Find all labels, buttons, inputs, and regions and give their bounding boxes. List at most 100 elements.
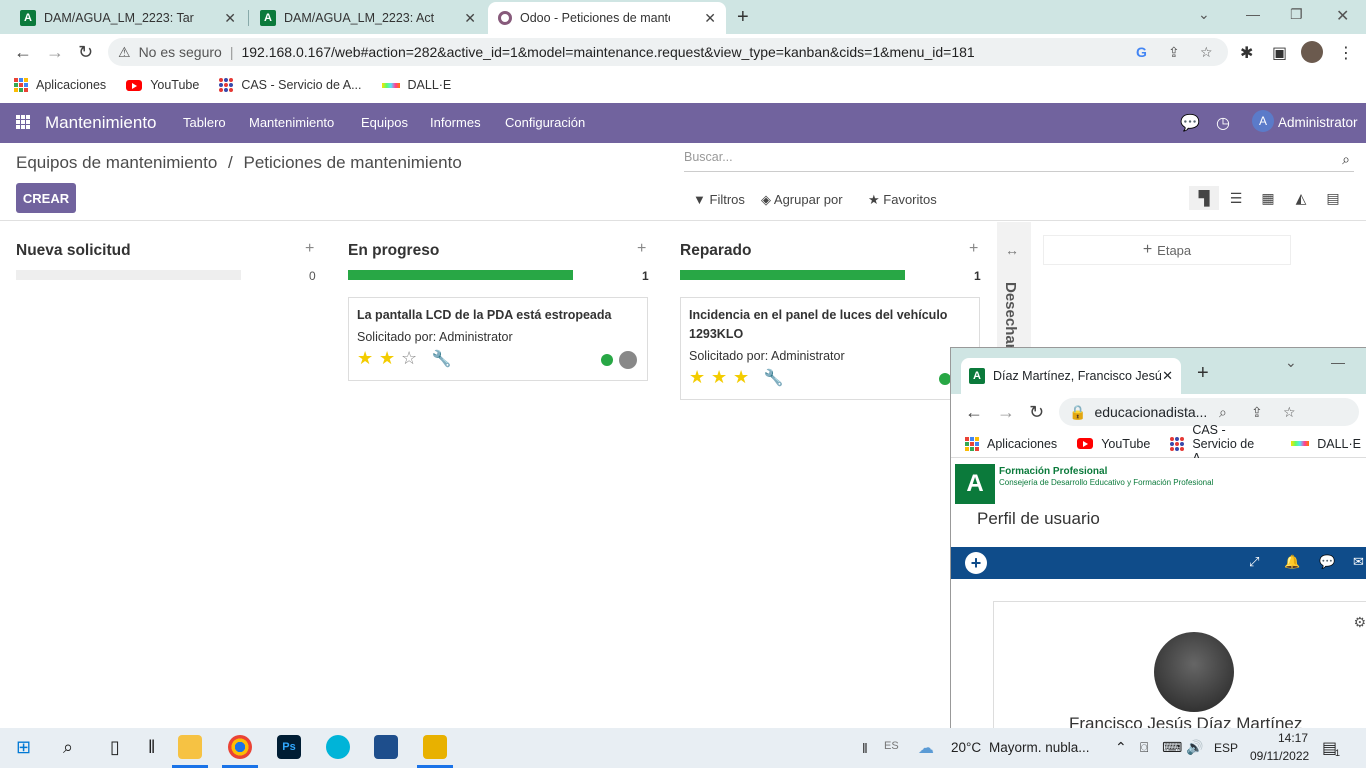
forward-icon[interactable]: → — [46, 42, 64, 63]
url-text[interactable]: educacionadista... — [1094, 404, 1207, 420]
user-menu[interactable]: Administrator — [1278, 115, 1358, 130]
kanban-card[interactable]: Incidencia en el panel de luces del vehí… — [680, 297, 980, 400]
side-panel-icon[interactable]: ▣ — [1272, 43, 1287, 63]
create-button[interactable]: CREAR — [16, 183, 76, 213]
windows-start-icon[interactable]: ⊞ — [16, 737, 31, 758]
chat-icon[interactable]: 💬 — [1319, 554, 1335, 570]
tab-search-icon[interactable]: ⌄ — [1198, 6, 1210, 23]
column-title-nueva[interactable]: Nueva solicitud — [16, 242, 131, 260]
search-icon[interactable]: ⌕ — [1342, 151, 1350, 168]
tab-actividad[interactable]: A DAM/AGUA_LM_2223: Actividad ✕ — [250, 2, 486, 34]
close-icon[interactable]: ✕ — [224, 10, 236, 27]
close-icon[interactable]: ✕ — [464, 10, 476, 27]
minimize-icon[interactable]: — — [1246, 6, 1260, 22]
weather-temp[interactable]: 20°C — [951, 740, 981, 755]
filters-button[interactable]: ▼ Filtros — [693, 192, 745, 207]
kanban-state-icon[interactable] — [601, 354, 613, 366]
menu-kebab-icon[interactable]: ⋮ — [1338, 43, 1354, 63]
clock-date[interactable]: 09/11/2022 — [1250, 749, 1309, 763]
priority-star-icon[interactable]: ★ — [357, 348, 379, 369]
zoom-icon[interactable]: ⌕ — [1219, 404, 1227, 421]
camera-icon[interactable]: ⌼ — [1140, 739, 1148, 756]
tab-odoo[interactable]: Odoo - Peticiones de mantenimie ✕ — [488, 2, 726, 34]
menu-configuracion[interactable]: Configuración — [505, 115, 585, 130]
search-icon[interactable]: ⌕ — [63, 737, 73, 758]
chrome-icon[interactable] — [228, 735, 252, 759]
activity-clock-icon[interactable]: ◷ — [1216, 113, 1230, 133]
expand-arrows-icon[interactable]: ↔ — [1005, 242, 1019, 258]
group-by-button[interactable]: ◈ Agrupar por — [761, 192, 843, 208]
priority-star-icon[interactable]: ☆ — [401, 348, 423, 369]
menu-informes[interactable]: Informes — [430, 115, 481, 130]
widgets-icon[interactable]: ‖ — [148, 737, 155, 758]
search-input[interactable]: Buscar... ⌕ — [684, 150, 1354, 172]
new-tab-icon[interactable]: + — [737, 6, 749, 29]
priority-star-icon[interactable]: ★ — [711, 367, 733, 388]
quick-create-icon[interactable]: + — [969, 240, 978, 258]
quick-create-icon[interactable]: + — [305, 240, 314, 258]
bookmark-dalle[interactable]: DALL·E — [1291, 437, 1361, 451]
url-bar[interactable]: ⚠ No es seguro | 192.168.0.167/web#actio… — [108, 38, 1228, 66]
back-icon[interactable]: ← — [965, 402, 983, 423]
menu-mantenimiento[interactable]: Mantenimiento — [249, 115, 334, 130]
bookmark-star-icon[interactable]: ☆ — [1200, 44, 1213, 61]
minimize-icon[interactable]: — — [1331, 354, 1345, 370]
canva-icon[interactable] — [326, 735, 350, 759]
kanban-view-icon[interactable]: ▜ — [1189, 186, 1219, 210]
share-icon[interactable]: ⇪ — [1251, 404, 1263, 421]
close-icon[interactable]: ✕ — [704, 10, 716, 27]
back-icon[interactable]: ← — [14, 42, 32, 63]
bookmark-apps[interactable]: Aplicaciones — [965, 436, 1057, 451]
column-progress-bar[interactable] — [16, 270, 241, 280]
app-name[interactable]: Mantenimiento — [45, 113, 157, 133]
reload-icon[interactable]: ↻ — [1029, 402, 1044, 423]
url-text[interactable]: 192.168.0.167/web#action=282&active_id=1… — [241, 44, 974, 60]
bell-icon[interactable]: 🔔 — [1284, 554, 1300, 570]
close-icon[interactable]: ✕ — [1162, 368, 1173, 384]
column-title-en-progreso[interactable]: En progreso — [348, 242, 439, 260]
task-view-icon[interactable]: ▯ — [110, 737, 120, 758]
chat-icon[interactable]: 💬 — [1180, 113, 1200, 133]
breadcrumb-parent[interactable]: Equipos de mantenimiento — [16, 153, 217, 172]
weather-desc[interactable]: Mayorm. nubla... — [989, 740, 1090, 755]
chevron-up-icon[interactable]: ⌃ — [1115, 739, 1127, 756]
share-icon[interactable]: ⇪ — [1168, 44, 1180, 61]
graph-view-icon[interactable]: ◭ — [1286, 190, 1316, 207]
tab-tarea[interactable]: A DAM/AGUA_LM_2223: Tarea onli ✕ — [10, 2, 246, 34]
lock-icon[interactable]: 🔒 — [1069, 404, 1086, 421]
column-progress-bar[interactable] — [680, 270, 905, 280]
calendar-view-icon[interactable]: ▤ — [1318, 190, 1348, 207]
mail-icon[interactable]: ✉ — [1353, 554, 1364, 570]
virtualbox-icon[interactable] — [374, 735, 398, 759]
pivot-view-icon[interactable]: ▦ — [1253, 190, 1283, 207]
network-icon[interactable]: ⌨ — [1162, 739, 1182, 756]
warning-icon[interactable]: ⚠ — [118, 44, 131, 61]
popup-browser-window[interactable]: A Díaz Martínez, Francisco Jesús ✕ + ⌄ —… — [950, 347, 1366, 728]
weather-icon[interactable]: ☁ — [918, 738, 934, 758]
kanban-card[interactable]: La pantalla LCD de la PDA está estropead… — [348, 297, 648, 381]
add-stage-button[interactable]: + Etapa — [1043, 235, 1291, 265]
bookmark-cas[interactable]: CAS - Servicio de A... — [219, 78, 362, 92]
language-indicator[interactable]: ESP — [1214, 741, 1238, 755]
speaker-icon[interactable]: 🔊 — [1186, 739, 1203, 756]
priority-star-icon[interactable]: ★ — [689, 367, 711, 388]
bookmark-dalle[interactable]: DALL·E — [381, 78, 451, 92]
bookmark-youtube[interactable]: YouTube — [1077, 437, 1150, 451]
favorites-button[interactable]: ★ Favoritos — [868, 192, 937, 208]
column-progress-bar[interactable] — [348, 270, 573, 280]
quick-create-icon[interactable]: + — [637, 240, 646, 258]
menu-equipos[interactable]: Equipos — [361, 115, 408, 130]
priority-star-icon[interactable]: ★ — [733, 367, 755, 388]
photoshop-icon[interactable]: Ps — [277, 735, 301, 759]
add-icon[interactable]: + — [965, 552, 987, 574]
tab-search-icon[interactable]: ⌄ — [1285, 354, 1297, 371]
apps-menu-icon[interactable] — [16, 115, 30, 129]
fullscreen-icon[interactable]: ⤢ — [1249, 554, 1259, 570]
forward-icon[interactable]: → — [997, 402, 1015, 423]
window-close-icon[interactable]: ✕ — [1336, 6, 1349, 26]
security-label[interactable]: No es seguro — [139, 44, 222, 60]
clock-time[interactable]: 14:17 — [1278, 731, 1308, 745]
column-title-reparado[interactable]: Reparado — [680, 242, 752, 260]
bookmark-star-icon[interactable]: ☆ — [1283, 404, 1296, 421]
popup-tab[interactable]: A Díaz Martínez, Francisco Jesús ✕ — [961, 358, 1181, 394]
